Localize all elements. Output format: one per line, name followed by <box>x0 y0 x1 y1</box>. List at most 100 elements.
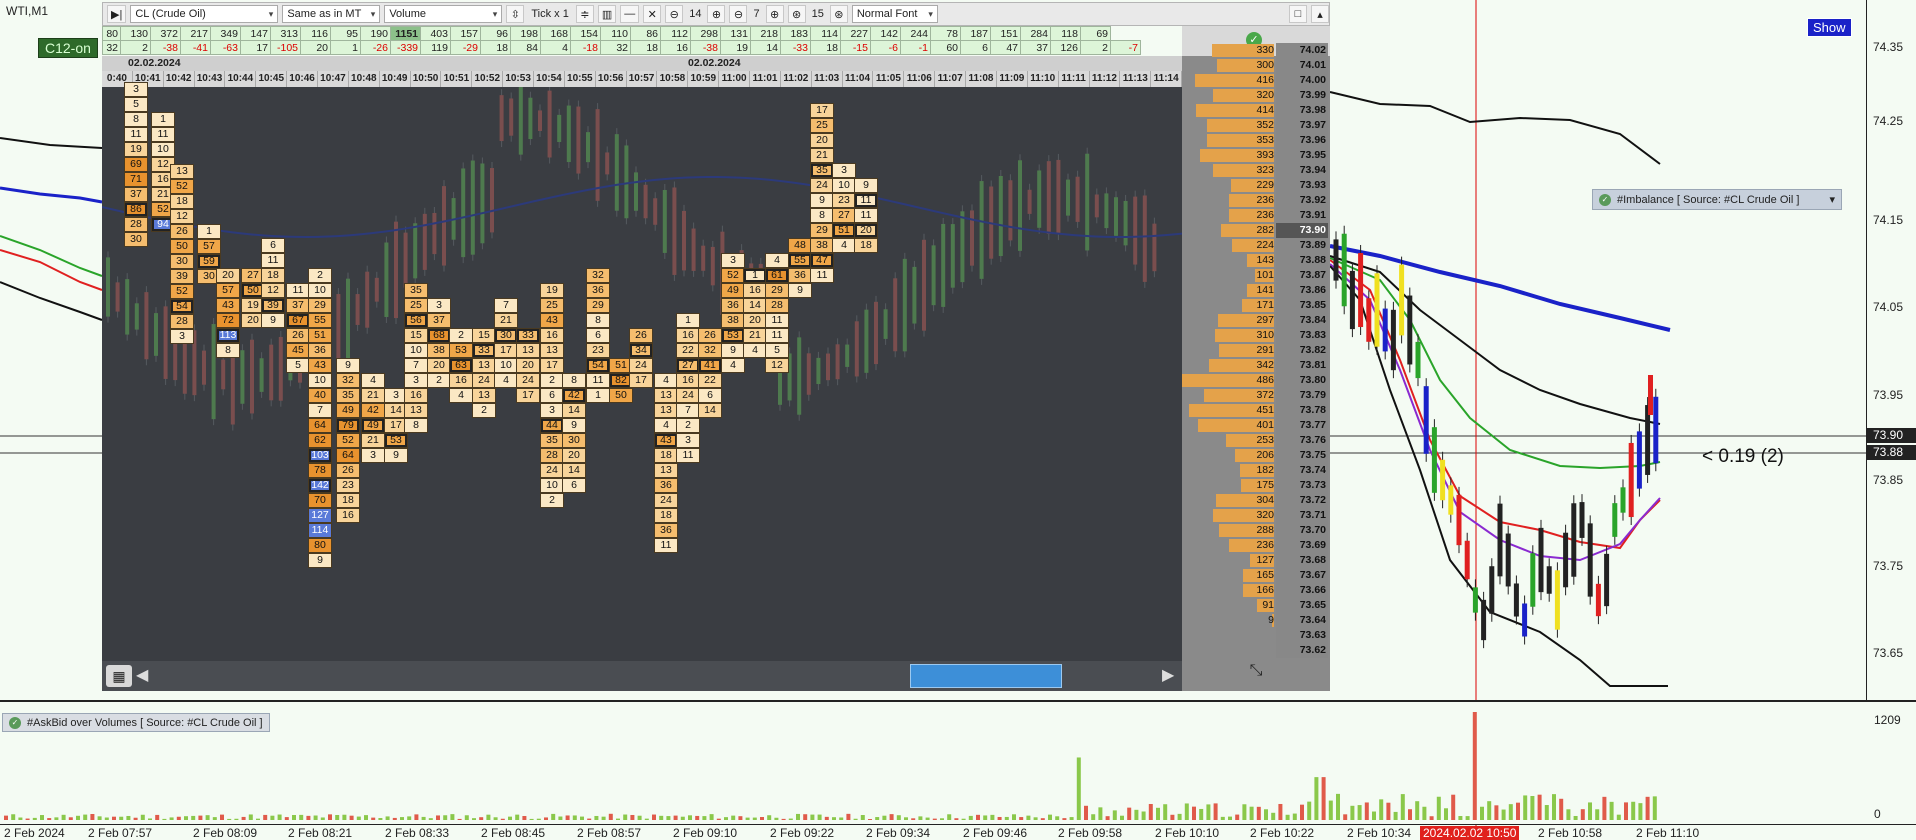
candle-body <box>1497 503 1503 577</box>
footprint-cell: 3 <box>170 329 194 344</box>
step-up-icon[interactable]: ⊕ <box>765 5 784 23</box>
scroll-thumb[interactable] <box>910 664 1062 688</box>
show-button[interactable]: Show <box>1807 18 1852 37</box>
footprint-cell: 2 <box>540 493 564 508</box>
footprint-time-label: 11:04 <box>843 71 874 87</box>
askbid-volume-bar <box>162 818 167 820</box>
footprint-scrollbar[interactable]: ▦ ◀ ▶ <box>102 661 1182 691</box>
collapse-icon[interactable]: ▴ <box>1311 5 1329 23</box>
askbid-volume-bar <box>364 815 368 820</box>
mode-select[interactable]: Volume <box>384 5 503 23</box>
profile-volume: 282 <box>1256 224 1274 236</box>
profile-price: 73.67 <box>1276 568 1328 583</box>
footprint-time-label: 11:00 <box>719 71 751 87</box>
profile-price: 73.63 <box>1276 628 1328 643</box>
profile-price: 73.69 <box>1276 538 1328 553</box>
footprint-cell: 43 <box>654 433 678 448</box>
footprint-cell: 64 <box>308 418 332 433</box>
askbid-volume-bar <box>1184 803 1189 820</box>
footprint-cell: 8 <box>404 418 428 433</box>
bid-price-tag: 73.90 <box>1867 428 1916 443</box>
play-pause-icon[interactable]: ▶| <box>107 5 127 23</box>
profile-row: 236 73.69 <box>1182 538 1330 553</box>
stats-cell: 130 <box>120 26 151 41</box>
stats-cell: 18 <box>810 40 841 55</box>
symbol-select[interactable]: CL (Crude Oil) <box>130 5 279 23</box>
candle-body <box>1612 503 1618 537</box>
width-up-icon[interactable]: ⊛ <box>829 5 848 23</box>
scroll-left-icon[interactable]: ◀ <box>136 665 150 687</box>
footprint-cell: 63 <box>449 358 473 373</box>
footprint-cell: 17 <box>810 103 834 118</box>
askbid-volume-bar <box>1084 805 1088 820</box>
footprint-time-label: 10:57 <box>627 71 658 87</box>
footprint-cell: 79 <box>336 418 360 433</box>
footprint-cell: 55 <box>788 253 812 268</box>
scroll-right-icon[interactable]: ▶ <box>1162 665 1176 687</box>
footprint-cell: 25 <box>540 298 564 313</box>
vertical-step-icon[interactable]: ⇳ <box>506 5 525 23</box>
chevron-down-icon[interactable]: ▾ <box>1829 193 1835 206</box>
askbid-volume-bar <box>738 816 743 820</box>
footprint-cell: 4 <box>654 373 678 388</box>
indicator-check-icon[interactable]: ✓ <box>1599 193 1611 206</box>
profile-row: 127 73.68 <box>1182 553 1330 568</box>
timeframe-select[interactable]: Same as in MT <box>282 5 381 23</box>
footprint-cell: 9 <box>721 343 745 358</box>
footprint-cell: 16 <box>540 328 564 343</box>
candle-body <box>1489 566 1495 614</box>
askbid-volume-bar <box>428 818 433 820</box>
time-axis-label: 2 Feb 08:45 <box>481 826 546 840</box>
footprint-cell: 61 <box>765 268 789 283</box>
footprint-cell: 30 <box>494 328 518 343</box>
line-icon[interactable]: — <box>620 5 640 23</box>
footprint-cell: 9 <box>788 283 812 298</box>
step-a-value: 14 <box>689 8 702 20</box>
askbid-volume-bar <box>832 817 836 820</box>
close-icon[interactable]: ✕ <box>643 5 662 23</box>
stats-cell: 84 <box>510 40 541 55</box>
footprint-cell: 2 <box>449 328 473 343</box>
askbid-volume-bar <box>479 817 484 820</box>
askbid-volume-bar <box>83 814 88 820</box>
footprint-time-label: 10:48 <box>349 71 380 87</box>
footprint-cell: 7 <box>494 298 518 313</box>
tick-select[interactable]: Tick x 1 <box>528 5 572 23</box>
candle-body <box>1341 233 1347 307</box>
stats-cell: -15 <box>840 40 871 55</box>
footprint-cell: 29 <box>810 223 834 238</box>
maximize-icon[interactable]: □ <box>1289 5 1307 23</box>
imbalance-legend-text: #Imbalance [ Source: #CL Crude Oil ] <box>1617 193 1800 206</box>
compress-icon[interactable]: ≑ <box>575 5 594 23</box>
step-down-icon[interactable]: ⊖ <box>729 5 748 23</box>
font-select[interactable]: Normal Font <box>851 5 938 23</box>
askbid-volume-bar <box>760 817 764 820</box>
footprint-cell: 17 <box>629 373 653 388</box>
calendar-icon[interactable]: ▦ <box>106 665 132 687</box>
bars-icon[interactable]: ▥ <box>597 5 617 23</box>
profile-row: 291 73.82 <box>1182 343 1330 358</box>
footprint-cell: 18 <box>336 493 360 508</box>
profile-row: 91 73.65 <box>1182 598 1330 613</box>
askbid-volume-bar <box>882 815 887 820</box>
profile-row: 224 73.89 <box>1182 238 1330 253</box>
profile-price: 73.79 <box>1276 388 1328 403</box>
footprint-cell: 39 <box>261 298 285 313</box>
footprint-cell: 19 <box>124 142 148 157</box>
askbid-volume-bar <box>1400 794 1405 820</box>
zoom-out-icon[interactable]: ⊖ <box>665 5 684 23</box>
zoom-in-icon[interactable]: ⊕ <box>707 5 726 23</box>
footprint-cell: 35 <box>336 388 360 403</box>
width-icon[interactable]: ⊛ <box>787 5 806 23</box>
askbid-volume-bar <box>702 816 707 820</box>
askbid-volume-bar <box>25 818 30 820</box>
footprint-cell: 9 <box>384 448 408 463</box>
askbid-volume-bar <box>1393 811 1398 820</box>
footprint-cell: 7 <box>308 403 332 418</box>
askbid-volume-bar <box>140 814 145 820</box>
stats-cell: -38 <box>690 40 721 55</box>
imbalance-legend[interactable]: ✓ #Imbalance [ Source: #CL Crude Oil ] ▾ <box>1592 189 1842 210</box>
resize-icon[interactable]: ⤡ <box>1244 662 1268 686</box>
profile-row: 330 74.02 <box>1182 43 1330 58</box>
bar-stats: 80 130 372 217 349 147 313 116 95 190 1151 403 157 96… <box>102 26 1182 56</box>
